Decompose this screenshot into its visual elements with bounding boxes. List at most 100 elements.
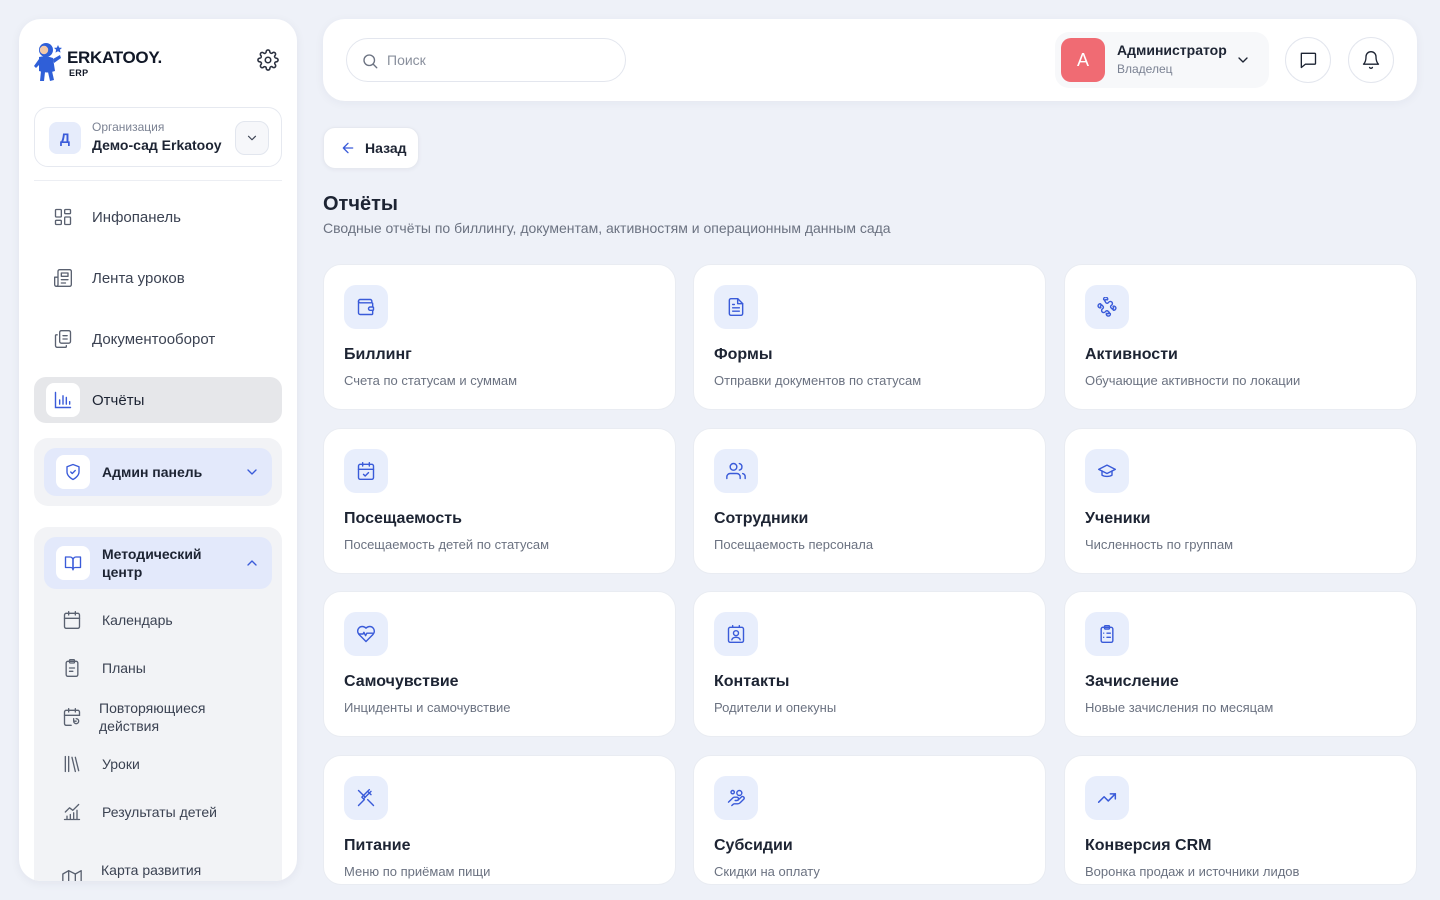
growth-chart-icon	[60, 800, 84, 824]
report-card-description: Посещаемость детей по статусам	[344, 537, 550, 552]
sidebar-item-label: Инфопанель	[92, 208, 181, 226]
graduation-cap-icon	[1085, 449, 1129, 493]
report-card-enrollment[interactable]: Зачисление Новые зачисления по месяцам	[1064, 591, 1417, 737]
page-subtitle: Сводные отчёты по биллингу, документам, …	[323, 220, 891, 236]
back-button[interactable]: Назад	[323, 127, 419, 169]
report-card-title: Посещаемость	[344, 510, 462, 527]
sidebar-subitem-plans[interactable]: Планы	[44, 648, 272, 688]
file-text-icon	[714, 285, 758, 329]
organization-dropdown-button[interactable]	[235, 121, 269, 155]
trending-up-icon	[1085, 776, 1129, 820]
map-icon	[60, 867, 84, 881]
logo-mascot-icon	[34, 43, 62, 81]
report-card-staff[interactable]: Сотрудники Посещаемость персонала	[693, 428, 1046, 574]
calendar-repeat-icon	[60, 705, 84, 729]
report-card-wellbeing[interactable]: Самочувствие Инциденты и самочувствие	[323, 591, 676, 737]
library-icon	[60, 752, 84, 776]
report-card-title: Зачисление	[1085, 673, 1179, 690]
methodical-center-label: Методический центр	[102, 546, 202, 580]
report-card-description: Численность по группам	[1085, 537, 1234, 552]
chevron-up-icon	[247, 560, 257, 566]
sidebar-item-label: Отчёты	[92, 391, 145, 409]
brand-logo[interactable]: ERKATOOY. ERP	[33, 41, 283, 83]
documents-icon	[46, 322, 80, 356]
search-icon	[363, 54, 378, 69]
message-icon	[1300, 52, 1317, 69]
report-card-title: Ученики	[1085, 510, 1151, 527]
sidebar: ERKATOOY. ERP Д Организация Демо-сад Erk…	[19, 19, 297, 881]
newspaper-icon	[46, 261, 80, 295]
organization-selector[interactable]: Д Организация Демо-сад Erkatooy	[34, 107, 282, 167]
sidebar-subitem-label: Результаты детей	[102, 804, 217, 820]
report-card-description: Отправки документов по статусам	[714, 373, 922, 388]
sidebar-item-label: Документооборот	[92, 330, 216, 348]
book-icon	[56, 546, 90, 580]
user-role: Владелец	[1117, 62, 1173, 76]
clipboard-icon	[60, 656, 84, 680]
brand-name: ERKATOOY.	[67, 48, 162, 67]
report-card-description: Обучающие активности по локации	[1085, 373, 1301, 388]
report-card-description: Меню по приёмам пищи	[344, 864, 491, 879]
report-card-crm-conversion[interactable]: Конверсия CRM Воронка продаж и источники…	[1064, 755, 1417, 885]
sidebar-divider	[34, 180, 282, 181]
wallet-icon	[344, 285, 388, 329]
report-card-subsidies[interactable]: Субсидии Скидки на оплату	[693, 755, 1046, 885]
sidebar-item-label: Лента уроков	[92, 269, 185, 287]
report-card-forms[interactable]: Формы Отправки документов по статусам	[693, 264, 1046, 410]
sidebar-subitem-recurring-actions[interactable]: Повторяющиеся действия	[44, 695, 272, 739]
notifications-button[interactable]	[1348, 37, 1394, 83]
shield-icon	[56, 455, 90, 489]
methodical-center-toggle[interactable]: Методический центр	[44, 537, 272, 589]
report-card-attendance[interactable]: Посещаемость Посещаемость детей по стату…	[323, 428, 676, 574]
sidebar-subitem-development-map[interactable]: Карта развития ребенка	[44, 857, 272, 881]
report-card-description: Инциденты и самочувствие	[344, 700, 511, 715]
sidebar-item-dashboard[interactable]: Инфопанель	[34, 194, 282, 240]
search-input[interactable]	[387, 39, 617, 81]
report-card-title: Сотрудники	[714, 510, 809, 527]
puzzle-icon	[1085, 285, 1129, 329]
sidebar-subitem-label: Карта развития ребенка	[101, 862, 202, 881]
report-card-students[interactable]: Ученики Численность по группам	[1064, 428, 1417, 574]
report-card-activities[interactable]: Активности Обучающие активности по локац…	[1064, 264, 1417, 410]
back-label: Назад	[365, 140, 407, 156]
sidebar-subitem-label: Календарь	[102, 612, 173, 628]
sidebar-subitem-label: Уроки	[102, 756, 140, 772]
messages-button[interactable]	[1285, 37, 1331, 83]
user-name: Администратор	[1117, 42, 1227, 58]
search-field[interactable]	[346, 38, 626, 82]
report-card-title: Биллинг	[344, 346, 412, 363]
clipboard-list-icon	[1085, 612, 1129, 656]
admin-panel-toggle[interactable]: Админ панель	[44, 448, 272, 496]
admin-panel-label: Админ панель	[102, 464, 203, 480]
report-card-nutrition[interactable]: Питание Меню по приёмам пищи	[323, 755, 676, 885]
organization-caption: Организация	[92, 120, 165, 134]
bell-icon	[1362, 51, 1380, 69]
report-card-title: Формы	[714, 346, 773, 363]
arrow-left-icon	[342, 142, 354, 154]
sidebar-subitem-calendar[interactable]: Календарь	[44, 600, 272, 640]
bar-chart-icon	[46, 383, 80, 417]
sidebar-item-documents[interactable]: Документооборот	[34, 316, 282, 362]
sidebar-subitem-lessons[interactable]: Уроки	[44, 744, 272, 784]
gear-icon[interactable]	[257, 49, 279, 71]
brand-sub: ERP	[69, 68, 89, 78]
report-card-description: Скидки на оплату	[714, 864, 820, 879]
sidebar-subitem-label: Планы	[102, 660, 146, 676]
report-card-title: Питание	[344, 837, 411, 854]
sidebar-item-lessons-feed[interactable]: Лента уроков	[34, 255, 282, 301]
calendar-icon	[60, 608, 84, 632]
report-card-billing[interactable]: Биллинг Счета по статусам и суммам	[323, 264, 676, 410]
sidebar-subitem-label: Повторяющиеся действия	[99, 700, 206, 734]
sidebar-item-reports[interactable]: Отчёты	[34, 377, 282, 423]
avatar: А	[1061, 38, 1105, 82]
user-menu[interactable]: А Администратор Владелец	[1055, 32, 1269, 88]
report-card-description: Посещаемость персонала	[714, 537, 874, 552]
hand-coins-icon	[714, 776, 758, 820]
page-title: Отчёты	[323, 193, 398, 215]
sidebar-subitem-child-results[interactable]: Результаты детей	[44, 792, 272, 832]
report-card-description: Счета по статусам и суммам	[344, 373, 518, 388]
organization-avatar: Д	[49, 122, 81, 154]
utensils-icon	[344, 776, 388, 820]
report-card-contacts[interactable]: Контакты Родители и опекуны	[693, 591, 1046, 737]
dashboard-icon	[46, 200, 80, 234]
